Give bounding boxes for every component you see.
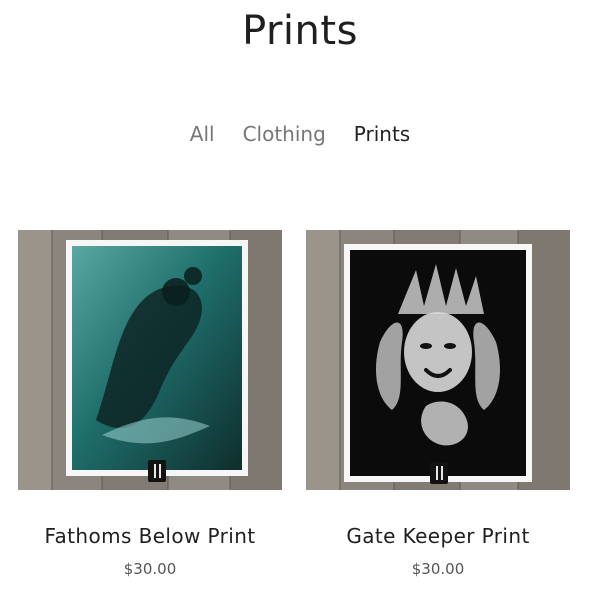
filter-prints[interactable]: Prints: [354, 122, 410, 146]
prints-page: Prints All Clothing Prints Fathoms Below…: [0, 0, 600, 600]
filter-clothing[interactable]: Clothing: [243, 122, 326, 146]
filter-all[interactable]: All: [190, 122, 215, 146]
product-name[interactable]: Fathoms Below Print: [18, 524, 282, 548]
page-title: Prints: [242, 8, 358, 54]
product-price: $30.00: [411, 560, 465, 578]
product-card[interactable]: Fathoms Below Print $30.00: [18, 230, 282, 578]
queen-print-image: [306, 230, 570, 490]
category-filters: All Clothing Prints: [0, 122, 600, 146]
product-price: $30.00: [123, 560, 177, 578]
product-card[interactable]: Gate Keeper Print $30.00: [306, 230, 570, 578]
product-grid: Fathoms Below Print $30.00 Gate Keeper P…: [18, 230, 570, 578]
mermaid-print-image: [18, 230, 282, 490]
product-image[interactable]: [18, 230, 282, 490]
product-name[interactable]: Gate Keeper Print: [306, 524, 570, 548]
product-image[interactable]: [306, 230, 570, 490]
